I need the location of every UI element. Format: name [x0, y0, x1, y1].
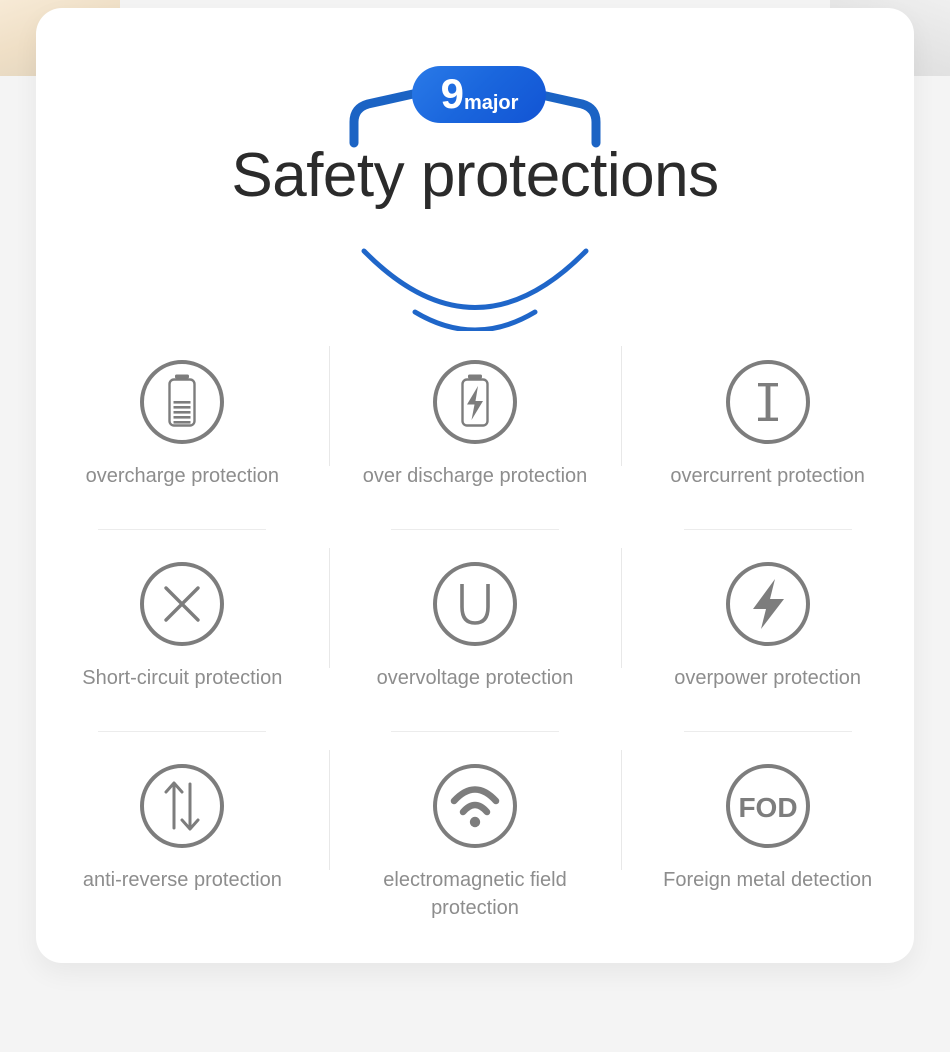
svg-text:FOD: FOD	[738, 792, 797, 823]
voltage-letter-u-icon	[429, 558, 521, 650]
up-down-arrows-icon	[136, 760, 228, 852]
protection-item-over-discharge: over discharge protection	[328, 338, 622, 540]
infographic-page: 9 major Safety protections overcharge pr…	[0, 0, 950, 1052]
protection-item-label: overvoltage protection	[376, 667, 574, 689]
protection-item-label: overpower protection	[674, 667, 862, 689]
content-card: 9 major Safety protections overcharge pr…	[36, 8, 914, 963]
battery-charge-level-icon	[136, 356, 228, 448]
protection-item-label: overcharge protection	[85, 465, 280, 487]
battery-bolt-icon	[429, 356, 521, 448]
fod-text-icon: FOD	[722, 760, 814, 852]
protection-item-overvoltage: overvoltage protection	[328, 540, 622, 742]
protections-grid: overcharge protection over discharge pro…	[36, 338, 914, 944]
protection-item-label: over discharge protection	[362, 465, 588, 487]
badge-word: major	[463, 91, 519, 114]
page-title: Safety protections	[231, 141, 719, 210]
header-section: 9 major Safety protections	[36, 8, 914, 331]
wifi-signal-waves-icon	[429, 760, 521, 852]
current-letter-i-icon	[722, 356, 814, 448]
protection-item-overcurrent: overcurrent protection	[621, 338, 914, 540]
protection-item-label: Short-circuit protection	[82, 667, 283, 689]
badge-number: 9	[440, 69, 464, 117]
protection-item-overcharge: overcharge protection	[36, 338, 329, 540]
x-cross-icon	[136, 558, 228, 650]
protection-item-foreign-metal-detection: FOD Foreign metal detection	[621, 742, 914, 944]
protection-item-overpower: overpower protection	[621, 540, 914, 742]
protection-item-electromagnetic-field: electromagnetic field protection	[328, 742, 622, 944]
protection-item-short-circuit: Short-circuit protection	[36, 540, 329, 742]
protection-item-anti-reverse: anti-reverse protection	[36, 742, 329, 944]
protection-item-label: overcurrent protection	[670, 465, 865, 487]
protection-item-label: electromagnetic field protection	[383, 869, 567, 920]
swoosh-decoration	[361, 248, 589, 331]
protection-item-label: Foreign metal detection	[663, 869, 873, 891]
lightning-bolt-icon	[722, 558, 814, 650]
protection-item-label: anti-reverse protection	[82, 869, 282, 891]
count-badge: 9 major	[412, 66, 546, 123]
